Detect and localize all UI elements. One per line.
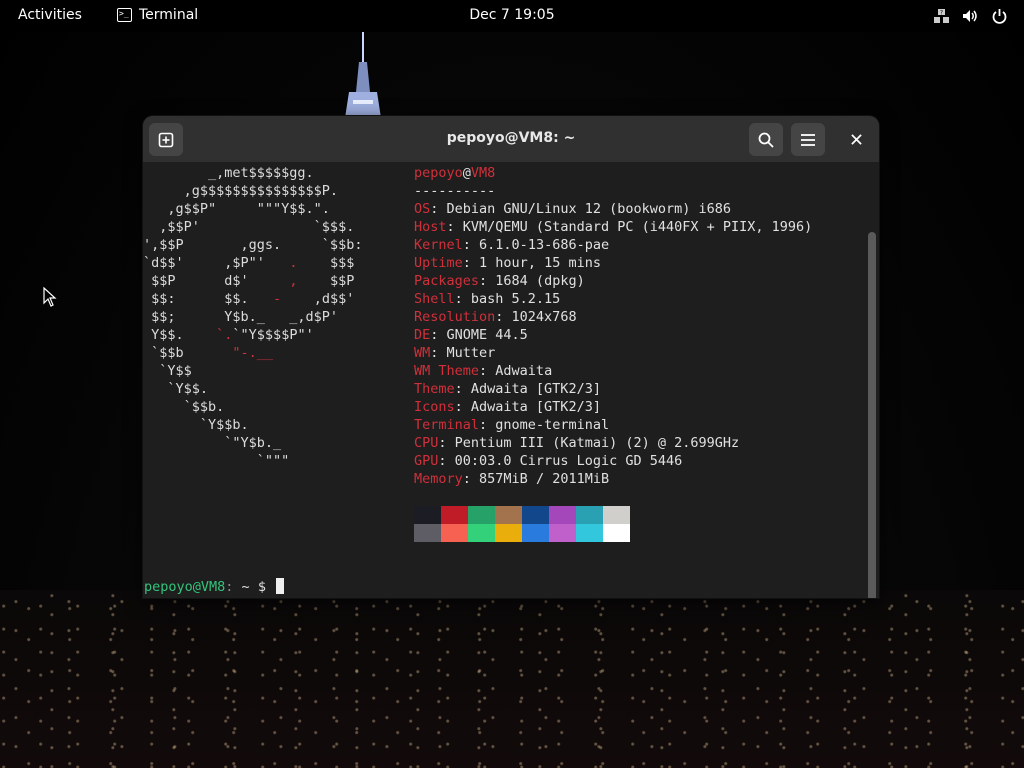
info-key: Kernel bbox=[414, 237, 463, 253]
info-line: Resolution: 1024x768 bbox=[414, 309, 577, 325]
info-value: GNOME 44.5 bbox=[446, 327, 528, 343]
clock[interactable]: Dec 7 19:05 bbox=[0, 7, 1024, 23]
palette-swatch bbox=[603, 524, 630, 542]
info-value: Adwaita [GTK2/3] bbox=[470, 381, 601, 397]
info-value: 857MiB / 2011MiB bbox=[479, 471, 610, 487]
close-button[interactable] bbox=[839, 123, 873, 156]
clock-label: Dec 7 19:05 bbox=[469, 7, 555, 23]
info-key: Memory bbox=[414, 471, 463, 487]
network-icon[interactable]: ? bbox=[933, 8, 950, 24]
palette-swatch bbox=[576, 506, 603, 524]
info-line: Kernel: 6.1.0-13-686-pae bbox=[414, 237, 610, 253]
info-line: Theme: Adwaita [GTK2/3] bbox=[414, 381, 601, 397]
info-line: GPU: 00:03.0 Cirrus Logic GD 5446 bbox=[414, 453, 683, 469]
info-line: WM Theme: Adwaita bbox=[414, 363, 553, 379]
info-key: Icons bbox=[414, 399, 455, 415]
info-value: Adwaita bbox=[495, 363, 553, 379]
info-line: WM: Mutter bbox=[414, 345, 496, 361]
palette-swatch bbox=[495, 506, 522, 524]
terminal-window[interactable]: pepoyo@VM8: ~ _,met$$$$$gg. ,g$$$$$$$$$$… bbox=[143, 116, 879, 598]
info-value: 00:03.0 Cirrus Logic GD 5446 bbox=[454, 453, 683, 469]
shell-prompt[interactable]: pepoyo@VM8: ~ $ bbox=[144, 578, 285, 596]
info-value: gnome-terminal bbox=[495, 417, 610, 433]
info-key: CPU bbox=[414, 435, 439, 451]
info-value: Debian GNU/Linux 12 (bookworm) i686 bbox=[446, 201, 732, 217]
info-key: Terminal bbox=[414, 417, 480, 433]
palette-swatch bbox=[468, 506, 495, 524]
palette-swatch bbox=[468, 524, 495, 542]
palette-swatch bbox=[414, 524, 441, 542]
info-value: 1 hour, 15 mins bbox=[479, 255, 601, 271]
text-cursor bbox=[276, 578, 285, 594]
system-tray[interactable]: ? bbox=[933, 8, 1008, 24]
palette-swatch bbox=[603, 506, 630, 524]
svg-text:?: ? bbox=[940, 10, 943, 17]
info-line: OS: Debian GNU/Linux 12 (bookworm) i686 bbox=[414, 201, 732, 217]
main-menu-button[interactable] bbox=[791, 123, 825, 156]
tower-top-image bbox=[345, 32, 381, 118]
info-value: bash 5.2.15 bbox=[470, 291, 561, 307]
info-value: KVM/QEMU (Standard PC (i440FX + PIIX, 19… bbox=[462, 219, 813, 235]
info-line: Icons: Adwaita [GTK2/3] bbox=[414, 399, 601, 415]
palette-swatch bbox=[549, 506, 576, 524]
user-host-line: pepoyo@VM8 bbox=[414, 165, 496, 181]
palette-swatch bbox=[522, 524, 549, 542]
volume-icon[interactable] bbox=[962, 8, 979, 24]
city-lights bbox=[0, 590, 1024, 768]
info-key: Theme bbox=[414, 381, 455, 397]
separator-line: ---------- bbox=[414, 183, 496, 199]
search-button[interactable] bbox=[749, 123, 783, 156]
info-key: GPU bbox=[414, 453, 439, 469]
info-line: Uptime: 1 hour, 15 mins bbox=[414, 255, 601, 271]
info-line: Terminal: gnome-terminal bbox=[414, 417, 610, 433]
info-line: Packages: 1684 (dpkg) bbox=[414, 273, 585, 289]
info-key: Resolution bbox=[414, 309, 496, 325]
info-line: Shell: bash 5.2.15 bbox=[414, 291, 561, 307]
info-line: Host: KVM/QEMU (Standard PC (i440FX + PI… bbox=[414, 219, 813, 235]
palette-swatch bbox=[414, 506, 441, 524]
info-value: 1024x768 bbox=[511, 309, 577, 325]
palette-swatch bbox=[441, 524, 468, 542]
search-icon bbox=[758, 132, 774, 148]
scrollbar[interactable] bbox=[868, 232, 876, 598]
palette-swatch bbox=[522, 506, 549, 524]
palette-swatch bbox=[441, 506, 468, 524]
info-key: WM bbox=[414, 345, 431, 361]
palette-swatch bbox=[549, 524, 576, 542]
palette-swatch bbox=[495, 524, 522, 542]
debian-ascii-logo: _,met$$$$$gg. ,g$$$$$$$$$$$$$$$P. ,g$$P"… bbox=[143, 165, 363, 469]
info-key: Packages bbox=[414, 273, 480, 289]
info-value: Adwaita [GTK2/3] bbox=[470, 399, 601, 415]
mouse-pointer-icon bbox=[43, 287, 57, 307]
info-key: Uptime bbox=[414, 255, 463, 271]
info-key: DE bbox=[414, 327, 431, 343]
hamburger-menu-icon bbox=[801, 133, 815, 146]
info-line: DE: GNOME 44.5 bbox=[414, 327, 528, 343]
palette-swatch bbox=[576, 524, 603, 542]
info-key: Host bbox=[414, 219, 447, 235]
color-palette bbox=[414, 506, 630, 542]
info-line: Memory: 857MiB / 2011MiB bbox=[414, 471, 610, 487]
info-value: Pentium III (Katmai) (2) @ 2.699GHz bbox=[454, 435, 740, 451]
window-titlebar[interactable]: pepoyo@VM8: ~ bbox=[143, 116, 879, 163]
info-line: CPU: Pentium III (Katmai) (2) @ 2.699GHz bbox=[414, 435, 740, 451]
power-icon[interactable] bbox=[991, 8, 1008, 24]
info-value: Mutter bbox=[446, 345, 496, 361]
info-key: WM Theme bbox=[414, 363, 480, 379]
terminal-content[interactable]: _,met$$$$$gg. ,g$$$$$$$$$$$$$$$P. ,g$$P"… bbox=[143, 163, 879, 598]
info-key: OS bbox=[414, 201, 431, 217]
top-bar: Activities >_ Terminal Dec 7 19:05 ? bbox=[0, 0, 1024, 32]
info-value: 1684 (dpkg) bbox=[495, 273, 585, 289]
info-value: 6.1.0-13-686-pae bbox=[479, 237, 610, 253]
system-info: pepoyo@VM8 ---------- OS: Debian GNU/Lin… bbox=[414, 164, 812, 488]
info-key: Shell bbox=[414, 291, 455, 307]
close-icon bbox=[850, 134, 862, 145]
